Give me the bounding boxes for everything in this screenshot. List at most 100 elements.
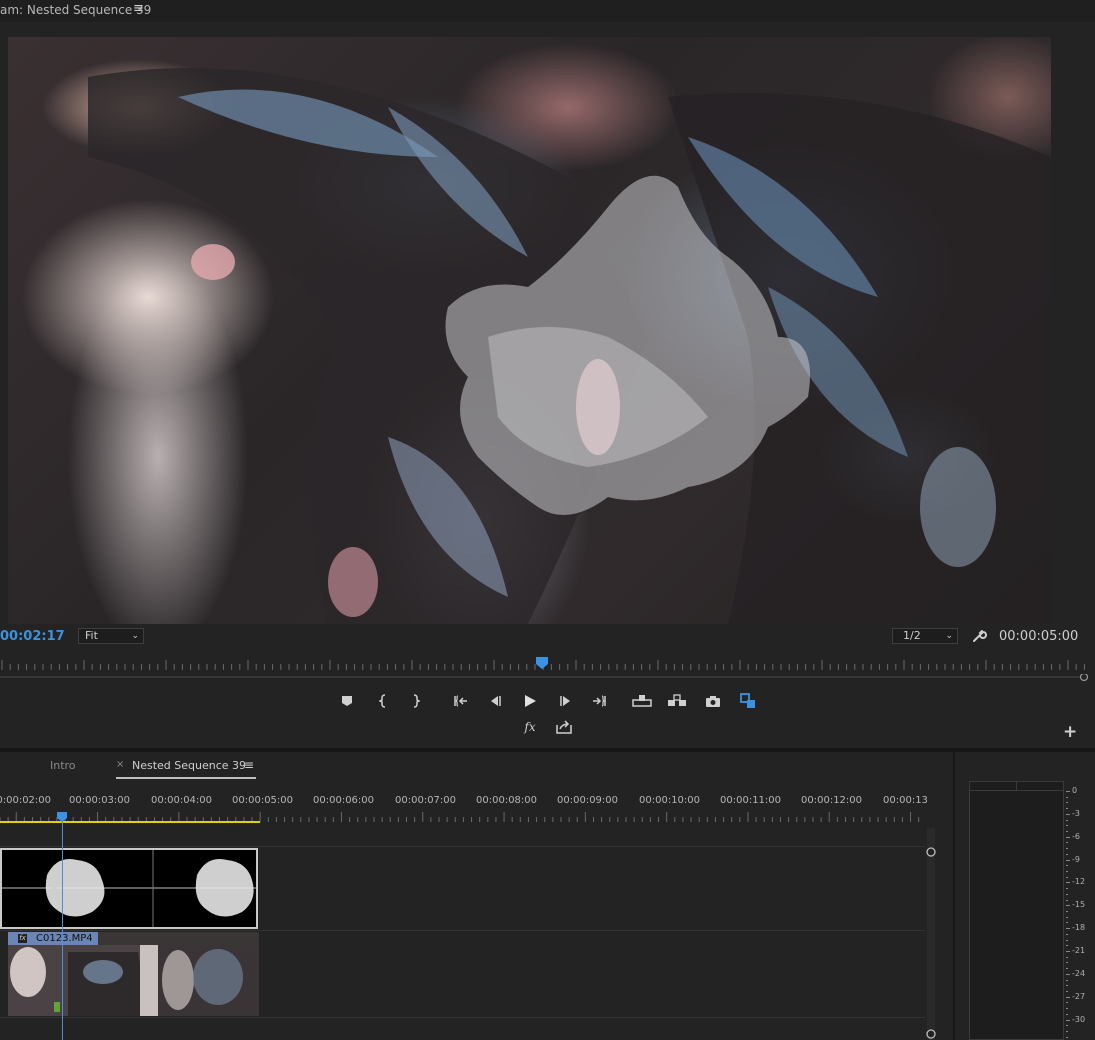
go-to-out-icon[interactable] — [589, 692, 609, 710]
meter-label: -15 — [1072, 900, 1086, 910]
ruler-label: 00:00:06:00 — [313, 795, 375, 806]
meter-tick — [1066, 990, 1068, 992]
meter-label: -3 — [1072, 808, 1080, 818]
playhead-line[interactable] — [62, 820, 63, 1040]
tab-intro[interactable]: Intro — [50, 759, 76, 772]
add-button[interactable]: + — [1063, 722, 1077, 742]
tab-nested-sequence[interactable]: × Nested Sequence 39 — [116, 759, 256, 779]
track-divider — [0, 846, 925, 847]
program-monitor-header — [0, 0, 1095, 22]
comparison-view-icon[interactable] — [738, 692, 758, 710]
meter-tick — [1066, 979, 1068, 981]
meter-tick — [1066, 939, 1068, 941]
meter-tick — [1066, 836, 1070, 838]
meter-channel-divider — [1016, 781, 1017, 791]
meter-tick — [1066, 853, 1068, 855]
track-divider — [0, 1017, 925, 1018]
mark-out-icon[interactable] — [405, 692, 425, 710]
close-icon[interactable]: × — [116, 759, 124, 770]
ruler-label: 00:00:10:00 — [639, 795, 701, 806]
track-divider — [0, 930, 925, 931]
play-icon[interactable] — [520, 692, 540, 710]
ruler-label: 00:00:03:00 — [69, 795, 131, 806]
meter-tick — [1066, 956, 1068, 958]
zoom-level-select[interactable]: Fit ⌄ — [78, 628, 144, 644]
hamburger-icon[interactable]: ≡ — [244, 758, 254, 772]
timeline-vertical-scrollbar[interactable] — [925, 828, 937, 1040]
meter-tick — [1066, 796, 1068, 798]
meter-tick — [1066, 933, 1068, 935]
meter-tick — [1066, 1008, 1068, 1010]
meter-tick — [1066, 830, 1068, 832]
clip-name: C0123.MP4 — [36, 933, 93, 944]
playback-resolution-select[interactable]: 1/2 ⌄ — [892, 628, 958, 644]
mark-in-icon[interactable] — [374, 692, 394, 710]
meter-label: -21 — [1072, 945, 1086, 955]
meter-tick — [1066, 865, 1068, 867]
fx-badge-icon: fx — [18, 934, 27, 943]
ruler-label: 00:00:07:00 — [395, 795, 457, 806]
meter-tick — [1066, 808, 1068, 810]
work-area-bar[interactable] — [0, 821, 260, 823]
meter-tick — [1066, 899, 1068, 901]
meter-tick — [1066, 968, 1068, 970]
ruler-label: 00:00:02:00 — [0, 795, 52, 806]
export-icon[interactable] — [554, 718, 574, 736]
duration-timecode: 00:00:05:00 — [999, 629, 1079, 644]
video-preview[interactable] — [8, 37, 1051, 624]
ruler-label: 00:00:08:00 — [476, 795, 538, 806]
meter-tick — [1066, 848, 1068, 850]
ruler-label: 00:00:04:00 — [151, 795, 213, 806]
ruler-label: 00:00:12:00 — [801, 795, 863, 806]
zoom-level-value: Fit — [85, 629, 98, 642]
matte-thumbnails — [2, 850, 256, 927]
go-to-in-icon[interactable] — [451, 692, 471, 710]
meter-tick — [1066, 928, 1070, 930]
monitor-playhead[interactable] — [535, 656, 549, 670]
hamburger-icon[interactable]: ≡ — [133, 1, 144, 16]
current-timecode[interactable]: 00:02:17 — [0, 629, 65, 644]
meter-label: -30 — [1072, 1014, 1086, 1024]
program-monitor-title[interactable]: am: Nested Sequence 39 — [0, 3, 151, 17]
meter-tick — [1066, 791, 1070, 792]
video-frame-art — [88, 68, 1051, 624]
wrench-icon[interactable] — [971, 628, 987, 644]
clip-label-bar: fx C0123.MP4 — [8, 932, 98, 945]
meter-tick — [1066, 1019, 1070, 1021]
extract-icon[interactable] — [667, 692, 687, 710]
meter-tick — [1066, 1013, 1068, 1015]
meter-tick — [1066, 819, 1068, 821]
meter-tick — [1066, 962, 1068, 964]
meter-label: -12 — [1072, 877, 1086, 887]
meter-label: -27 — [1072, 991, 1086, 1001]
meter-tick — [1066, 910, 1068, 912]
meter-tick — [1066, 888, 1068, 890]
matte-clip[interactable] — [0, 848, 258, 929]
video-clip[interactable]: fx C0123.MP4 — [8, 932, 259, 1016]
meter-tick — [1066, 876, 1068, 878]
ruler-label: 00:00:11:00 — [720, 795, 782, 806]
resolution-value: 1/2 — [903, 629, 921, 642]
meter-label: 0 — [1072, 786, 1078, 795]
meter-tick — [1066, 922, 1068, 924]
meter-tick — [1066, 1002, 1068, 1004]
camera-icon[interactable] — [703, 692, 723, 710]
meter-label: -18 — [1072, 923, 1086, 933]
meter-tick — [1066, 882, 1070, 884]
meter-tick — [1066, 950, 1070, 952]
lift-icon[interactable] — [632, 692, 652, 710]
meter-tick — [1066, 813, 1070, 815]
chevron-down-icon: ⌄ — [945, 631, 953, 641]
meter-tick — [1066, 973, 1070, 975]
fx-icon[interactable]: fx — [520, 718, 540, 736]
step-forward-icon[interactable] — [556, 692, 576, 710]
meter-label: -9 — [1072, 854, 1080, 864]
step-back-icon[interactable] — [485, 692, 505, 710]
audio-meter[interactable] — [969, 781, 1064, 1040]
monitor-zoom-scrollbar[interactable] — [0, 674, 1090, 682]
meter-tick — [1066, 802, 1068, 804]
meter-tick — [1066, 1030, 1068, 1032]
meter-tick — [1066, 859, 1070, 861]
meter-tick — [1066, 1025, 1068, 1027]
add-marker-icon[interactable] — [337, 692, 357, 710]
